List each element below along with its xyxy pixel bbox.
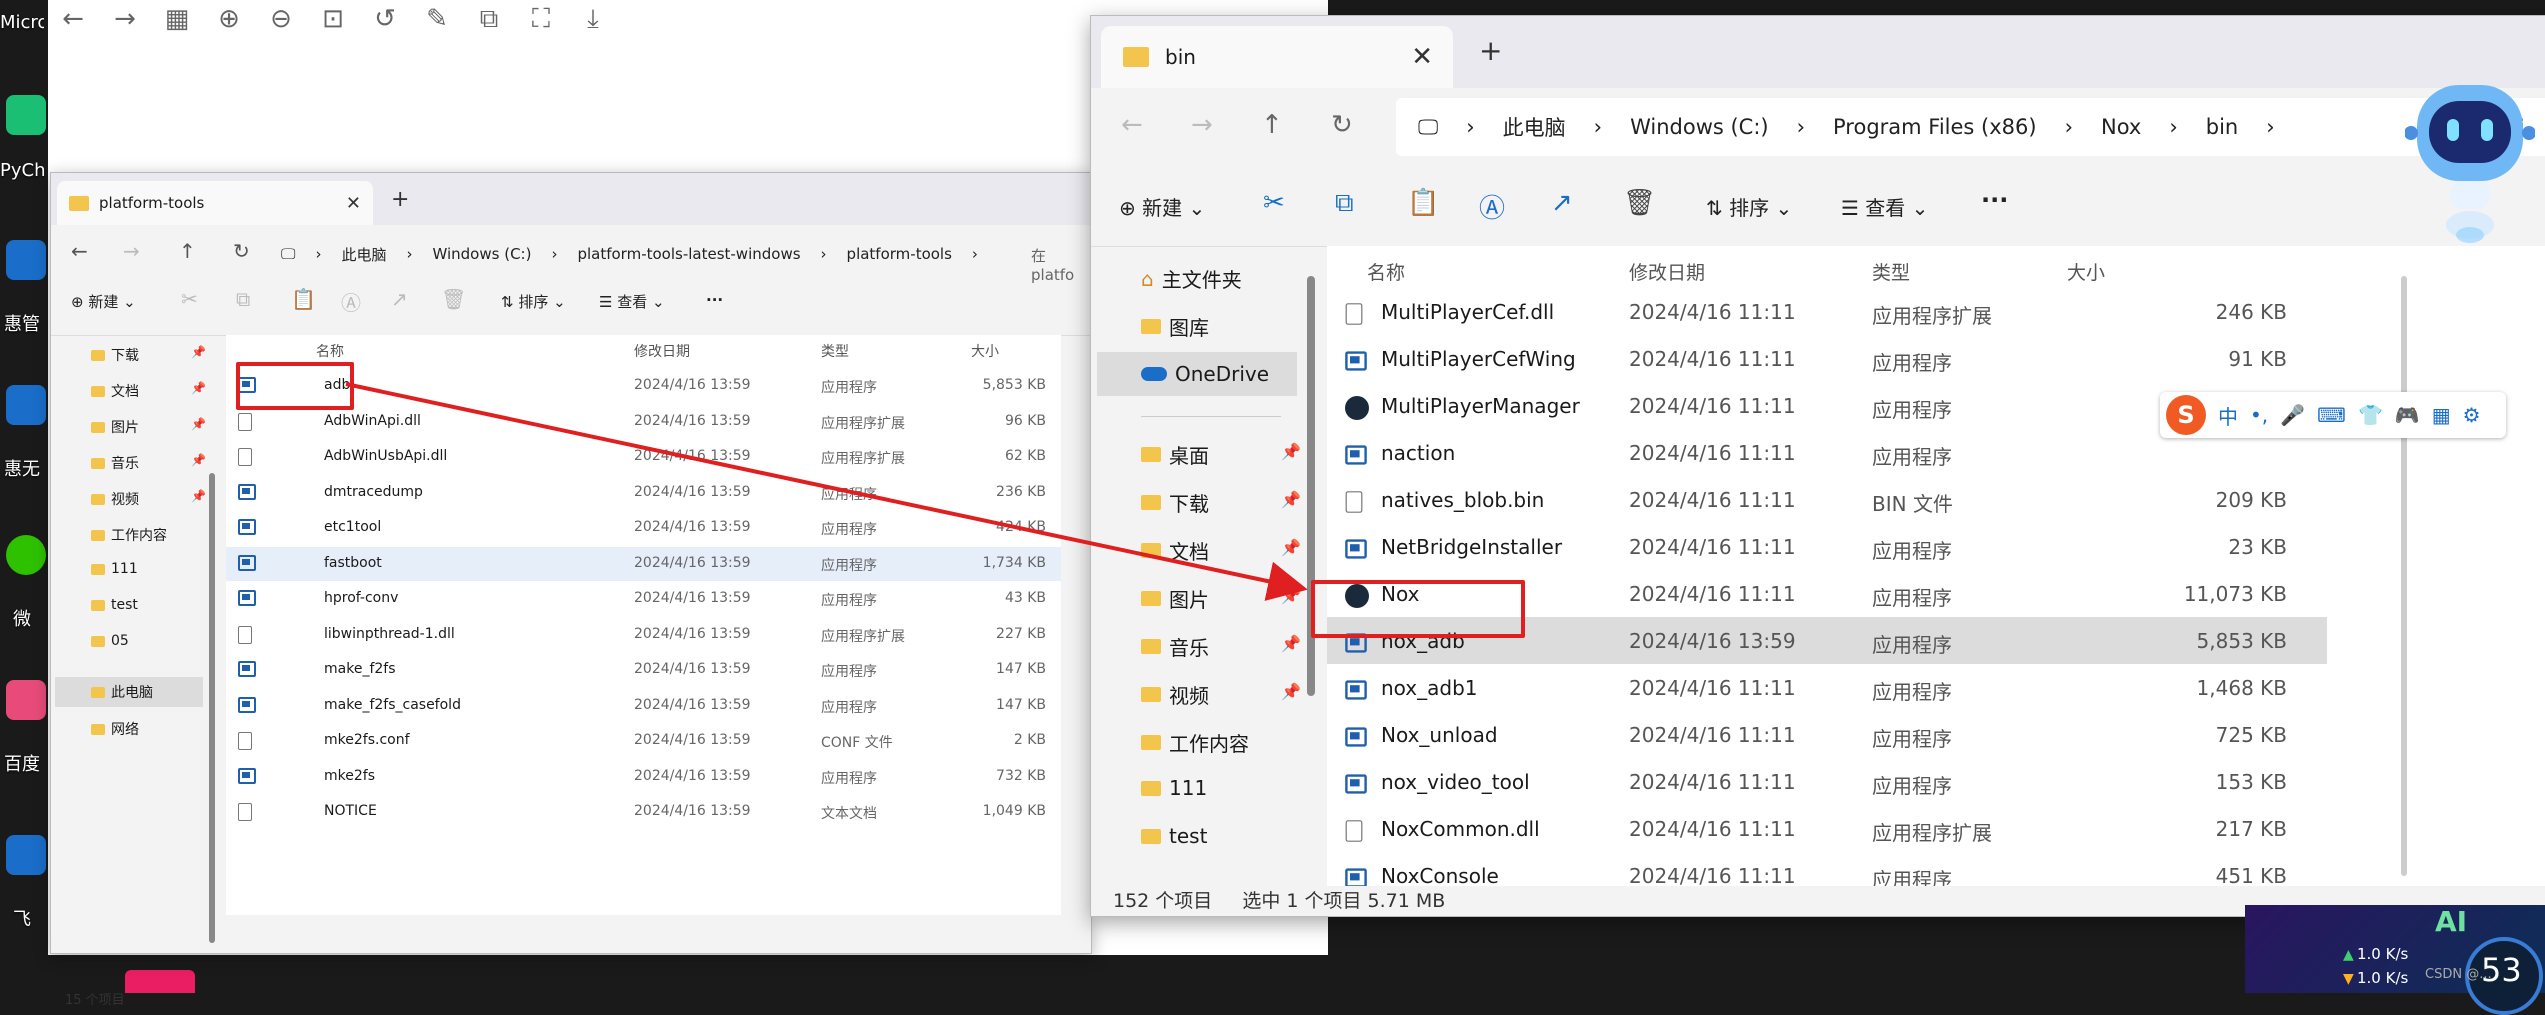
ime-item[interactable]: •,	[2250, 403, 2268, 427]
ai-badge: AI	[2435, 905, 2468, 938]
annotation-arrow	[345, 382, 1308, 601]
apps-icon[interactable]: ▦	[2432, 403, 2451, 427]
ime-toolbar: S 中 •, 🎤 ⌨ 👕 🎮 ▦ ⚙	[2160, 392, 2506, 438]
keyboard-icon[interactable]: ⌨	[2317, 403, 2346, 427]
settings-icon[interactable]: ⚙	[2463, 403, 2481, 427]
skin-icon[interactable]: 👕	[2358, 403, 2383, 427]
watermark: CSDN @...	[2425, 967, 2492, 982]
sogou-logo-icon[interactable]: S	[2166, 395, 2206, 435]
ime-item[interactable]: 中	[2218, 401, 2238, 430]
download-speed: 1.0 K/s	[2357, 969, 2409, 987]
game-icon[interactable]: 🎮	[2395, 403, 2420, 427]
arrow-up-icon: ▲	[2343, 947, 2354, 963]
robot-assistant-icon[interactable]	[2405, 75, 2535, 245]
network-widget: AI 1.0 K/s 1.0 K/s ▲ ▼ 53 CSDN @...	[2245, 905, 2545, 1015]
upload-speed: 1.0 K/s	[2357, 945, 2409, 963]
arrow-down-icon: ▼	[2343, 971, 2354, 987]
mic-icon[interactable]: 🎤	[2280, 403, 2305, 427]
